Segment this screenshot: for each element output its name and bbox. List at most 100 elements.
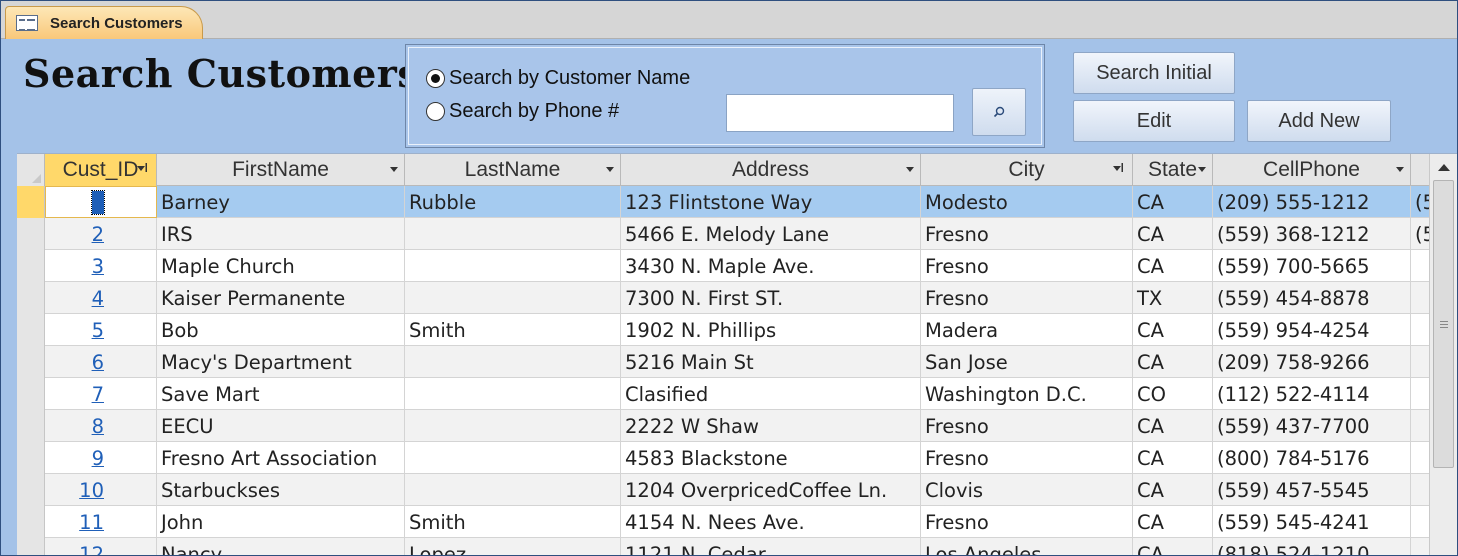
cell-extra[interactable] [1411,346,1429,378]
column-header-state[interactable]: State [1133,154,1213,186]
scroll-up-button[interactable] [1430,154,1457,180]
cell-address[interactable]: 1121 N. Cedar [621,538,921,555]
cell-city[interactable]: Washington D.C. [921,378,1133,410]
cell-last[interactable] [405,378,621,410]
cell-address[interactable]: 5216 Main St [621,346,921,378]
cust-id-link[interactable]: 2 [92,223,104,246]
cell-phone[interactable]: (559) 437-7700 [1213,410,1411,442]
cell-state[interactable]: CO [1133,378,1213,410]
cell-last[interactable]: Smith [405,506,621,538]
cell-last[interactable]: Rubble [405,186,621,218]
record-selector[interactable] [17,186,45,218]
cell-extra[interactable]: (5 [1411,186,1429,218]
cell-address[interactable]: 3430 N. Maple Ave. [621,250,921,282]
column-header-cellphone[interactable]: CellPhone [1213,154,1411,186]
cell-city[interactable]: San Jose [921,346,1133,378]
cust-id-link[interactable]: 5 [92,319,104,342]
table-row[interactable]: 3 Maple Church 3430 N. Maple Ave. Fresno CA(… [17,250,1429,282]
cell-state[interactable]: TX [1133,282,1213,314]
record-selector[interactable] [17,282,45,314]
cell-last[interactable] [405,442,621,474]
vertical-scrollbar[interactable] [1429,154,1457,555]
cell-state[interactable]: CA [1133,186,1213,218]
cell-address[interactable]: 123 Flintstone Way [621,186,921,218]
cell-first[interactable]: John [157,506,405,538]
table-row[interactable]: 11 John Smith 4154 N. Nees Ave. Fresno CA (559… [17,506,1429,538]
cell-address[interactable]: 5466 E. Melody Lane [621,218,921,250]
record-selector[interactable] [17,442,45,474]
record-selector[interactable] [17,250,45,282]
column-header-firstname[interactable]: FirstName [157,154,405,186]
radio-button-unchecked[interactable] [426,102,445,121]
search-input[interactable] [726,94,954,132]
cell-state[interactable]: CA [1133,442,1213,474]
cell-address[interactable]: 4583 Blackstone [621,442,921,474]
cell-phone[interactable]: (209) 555-1212 [1213,186,1411,218]
radio-search-by-phone[interactable]: Search by Phone # [426,100,619,123]
cust-id-link[interactable]: 10 [79,479,104,502]
table-row[interactable]: 12 Nancy Lopez 1121 N. Cedar Los Angeles CA (8… [17,538,1429,555]
cust-id-link[interactable]: 11 [79,511,104,534]
cell-first[interactable]: Maple Church [157,250,405,282]
cell-phone[interactable]: (818) 524-1210 [1213,538,1411,555]
cell-extra[interactable] [1411,474,1429,506]
cell-city[interactable]: Fresno [921,506,1133,538]
select-all-corner[interactable] [17,154,45,186]
cust-id-link[interactable]: 9 [92,447,104,470]
cell-state[interactable]: CA [1133,506,1213,538]
cell-first[interactable]: Bob [157,314,405,346]
cell-state[interactable]: CA [1133,314,1213,346]
cell-first[interactable]: IRS [157,218,405,250]
cell-phone[interactable]: (559) 368-1212 [1213,218,1411,250]
cell-first[interactable]: Nancy [157,538,405,555]
cell-phone[interactable]: (800) 784-5176 [1213,442,1411,474]
cell-extra[interactable] [1411,538,1429,555]
search-button[interactable] [972,88,1026,136]
cell-address[interactable]: 1204 OverpricedCoffee Ln. [621,474,921,506]
record-selector[interactable] [17,506,45,538]
cell-extra[interactable] [1411,506,1429,538]
cell-city[interactable]: Los Angeles [921,538,1133,555]
cell-city[interactable]: Fresno [921,282,1133,314]
table-row[interactable]: 5 Bob Smith 1902 N. Phillips Madera CA (559) 9… [17,314,1429,346]
record-selector[interactable] [17,474,45,506]
add-new-button[interactable]: Add New [1247,100,1391,142]
cell-first[interactable]: EECU [157,410,405,442]
cell-state[interactable]: CA [1133,474,1213,506]
search-initial-button[interactable]: Search Initial [1073,52,1235,94]
record-selector[interactable] [17,314,45,346]
table-row[interactable]: 10 Starbuckses 1204 OverpricedCoffee Ln. Cl… [17,474,1429,506]
cell-phone[interactable]: (559) 954-4254 [1213,314,1411,346]
table-row[interactable]: 6 Macy's Department 5216 Main St San Jose CA… [17,346,1429,378]
cell-state[interactable]: CA [1133,346,1213,378]
record-selector[interactable] [17,378,45,410]
record-selector[interactable] [17,538,45,555]
cell-extra[interactable] [1411,314,1429,346]
record-selector[interactable] [17,346,45,378]
cust-id-link[interactable]: 7 [92,383,104,406]
radio-search-by-name[interactable]: Search by Customer Name [426,67,690,90]
cell-city[interactable]: Modesto [921,186,1133,218]
tab-search-customers[interactable]: Search Customers [5,6,203,39]
cell-last[interactable] [405,250,621,282]
cell-phone[interactable]: (559) 457-5545 [1213,474,1411,506]
scroll-thumb[interactable] [1433,180,1454,468]
table-row[interactable]: 7 Save Mart Clasified Washington D.C. CO (112… [17,378,1429,410]
cell-extra[interactable] [1411,378,1429,410]
column-header-address[interactable]: Address [621,154,921,186]
cell-city[interactable]: Fresno [921,410,1133,442]
cell-last[interactable] [405,410,621,442]
cell-phone[interactable]: (112) 522-4114 [1213,378,1411,410]
column-header-city[interactable]: City [921,154,1133,186]
table-row[interactable]: 2 IRS 5466 E. Melody Lane Fresno CA (559) 368… [17,218,1429,250]
cell-last[interactable] [405,218,621,250]
cust-id-link[interactable]: 6 [92,351,104,374]
table-row[interactable]: 8 EECU 2222 W Shaw Fresno CA (559) 437-7700 [17,410,1429,442]
cell-first[interactable]: Kaiser Permanente [157,282,405,314]
cust-id-link[interactable]: 3 [92,255,104,278]
cell-city[interactable]: Clovis [921,474,1133,506]
cell-first[interactable]: Fresno Art Association [157,442,405,474]
cell-city[interactable]: Fresno [921,218,1133,250]
cell-extra[interactable] [1411,410,1429,442]
cell-extra[interactable]: (5 [1411,218,1429,250]
